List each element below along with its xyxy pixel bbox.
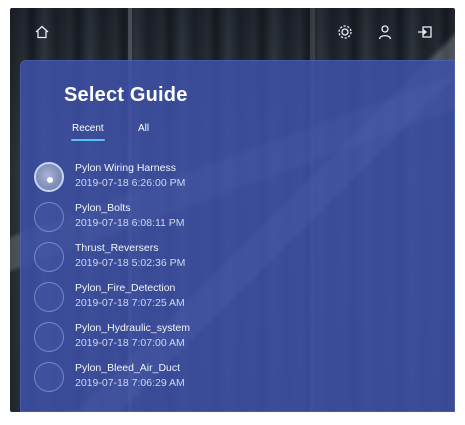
guide-date: 2019-07-18 7:07:00 AM xyxy=(75,337,185,349)
guide-name: Pylon_Bleed_Air_Duct xyxy=(75,362,181,374)
tab-recent[interactable]: Recent xyxy=(71,123,105,141)
guide-name: Thrust_Reversers xyxy=(75,242,159,254)
radio-icon xyxy=(34,322,64,352)
guide-date: 2019-07-18 5:02:36 PM xyxy=(75,257,186,269)
radio-icon xyxy=(34,202,64,232)
radio-icon xyxy=(34,282,64,312)
guide-item-thrust-reversers[interactable]: Thrust_Reversers 2019-07-18 5:02:36 PM xyxy=(34,240,234,280)
guide-item-pylon-fire-detection[interactable]: Pylon_Fire_Detection 2019-07-18 7:07:25 … xyxy=(34,280,234,320)
home-icon[interactable] xyxy=(34,24,50,40)
guide-list: Pylon Wiring Harness 2019-07-18 6:26:00 … xyxy=(34,160,234,400)
guide-item-pylon-wiring-harness[interactable]: Pylon Wiring Harness 2019-07-18 6:26:00 … xyxy=(34,160,234,200)
top-toolbar xyxy=(10,8,455,58)
guide-name: Pylon_Fire_Detection xyxy=(75,282,176,294)
exit-icon[interactable] xyxy=(417,24,433,40)
settings-icon[interactable] xyxy=(337,24,353,40)
user-icon[interactable] xyxy=(377,24,393,40)
guide-date: 2019-07-18 7:07:25 AM xyxy=(75,297,185,309)
guide-name: Pylon Wiring Harness xyxy=(75,162,176,174)
guide-date: 2019-07-18 6:26:00 PM xyxy=(75,177,186,189)
guide-item-pylon-bleed-air-duct[interactable]: Pylon_Bleed_Air_Duct 2019-07-18 7:06:29 … xyxy=(34,360,234,400)
guide-date: 2019-07-18 7:06:29 AM xyxy=(75,377,185,389)
radio-icon xyxy=(34,362,64,392)
guide-item-pylon-hydraulic-system[interactable]: Pylon_Hydraulic_system 2019-07-18 7:07:0… xyxy=(34,320,234,360)
guide-item-pylon-bolts[interactable]: Pylon_Bolts 2019-07-18 6:08:11 PM xyxy=(34,200,234,240)
selected-radio-icon xyxy=(34,162,64,192)
tab-all[interactable]: All xyxy=(138,123,149,134)
select-guide-panel: Select Guide Recent All Pylon Wiring Har… xyxy=(20,60,455,412)
panel-title: Select Guide xyxy=(64,84,188,106)
guide-date: 2019-07-18 6:08:11 PM xyxy=(75,217,185,229)
guide-name: Pylon_Bolts xyxy=(75,202,131,214)
guide-name: Pylon_Hydraulic_system xyxy=(75,322,190,334)
radio-icon xyxy=(34,242,64,272)
